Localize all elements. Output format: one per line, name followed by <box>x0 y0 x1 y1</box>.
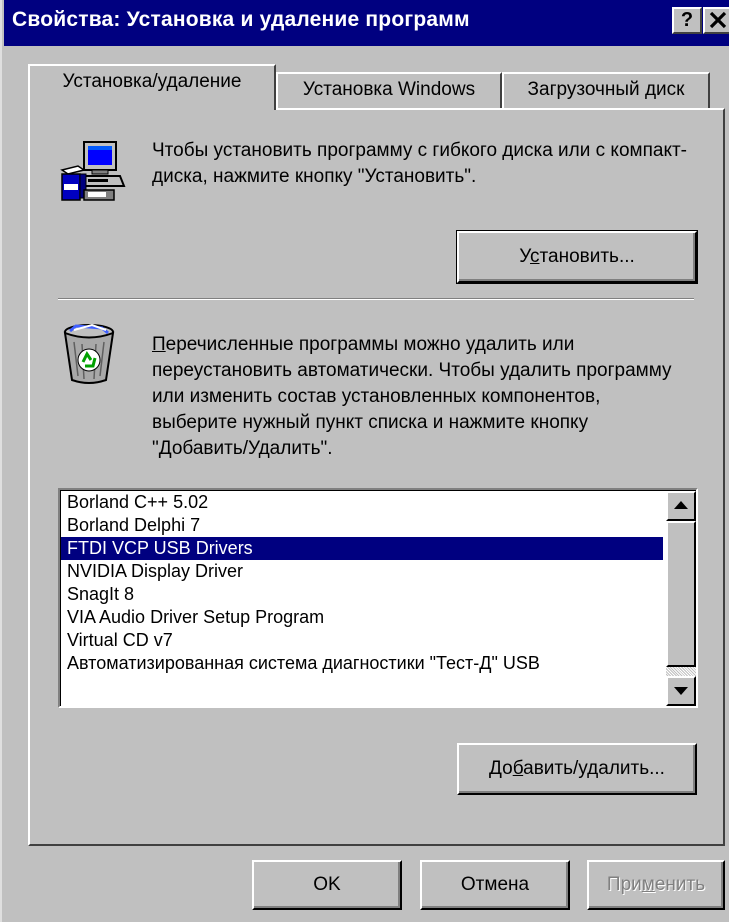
tab-panel <box>28 108 725 846</box>
arrow-up-icon <box>674 501 688 509</box>
scroll-up-button[interactable] <box>666 491 696 521</box>
add-remove-button-label: Добавить/удалить... <box>489 758 665 779</box>
window-title: Свойства: Установка и удаление программ <box>12 8 470 31</box>
list-item[interactable]: Borland Delphi 7 <box>61 514 663 537</box>
list-item[interactable]: NVIDIA Display Driver <box>61 560 663 583</box>
scroll-thumb[interactable] <box>666 521 696 667</box>
list-item[interactable]: Borland C++ 5.02 <box>61 491 663 514</box>
remove-instructions: Перечисленные программы можно удалить ил… <box>152 334 672 459</box>
tab-windows-setup[interactable]: Установка Windows <box>276 72 502 108</box>
computer-install-icon <box>60 141 126 201</box>
properties-dialog: Свойства: Установка и удаление программ … <box>0 0 729 922</box>
help-button[interactable]: ? <box>672 7 702 34</box>
add-remove-button[interactable]: Добавить/удалить... <box>457 743 697 795</box>
list-scrollbar[interactable] <box>666 491 696 706</box>
list-item[interactable]: FTDI VCP USB Drivers <box>61 537 663 560</box>
close-icon <box>709 11 727 29</box>
list-item[interactable]: Virtual CD v7 <box>61 629 663 652</box>
title-bar[interactable]: Свойства: Установка и удаление программ … <box>4 0 729 46</box>
cancel-button[interactable]: Отмена <box>420 860 570 910</box>
ok-button[interactable]: OK <box>252 860 402 910</box>
list-item[interactable]: VIA Audio Driver Setup Program <box>61 606 663 629</box>
install-button[interactable]: Установить... <box>456 230 698 284</box>
section-divider <box>58 298 694 300</box>
recycle-bin-icon <box>63 323 115 384</box>
tab-startup-disk[interactable]: Загрузочный диск <box>502 72 710 108</box>
install-instructions: Чтобы установить программу с гибкого дис… <box>152 140 687 187</box>
arrow-down-icon <box>674 687 688 695</box>
programs-list: Borland C++ 5.02 Borland Delphi 7 FTDI VCP… <box>61 491 663 675</box>
list-item[interactable]: SnagIt 8 <box>61 583 663 606</box>
programs-listbox[interactable]: Borland C++ 5.02 Borland Delphi 7 FTDI VCP… <box>58 488 698 708</box>
install-button-label: Установить... <box>519 246 635 267</box>
apply-button[interactable]: Применить <box>587 860 725 910</box>
scroll-down-button[interactable] <box>666 676 696 706</box>
apply-button-label: Применить <box>606 874 706 895</box>
list-item[interactable]: Автоматизированная система диагностики "… <box>61 652 663 675</box>
close-button[interactable] <box>703 7 729 34</box>
tab-install-remove[interactable]: Установка/удаление <box>28 64 276 110</box>
